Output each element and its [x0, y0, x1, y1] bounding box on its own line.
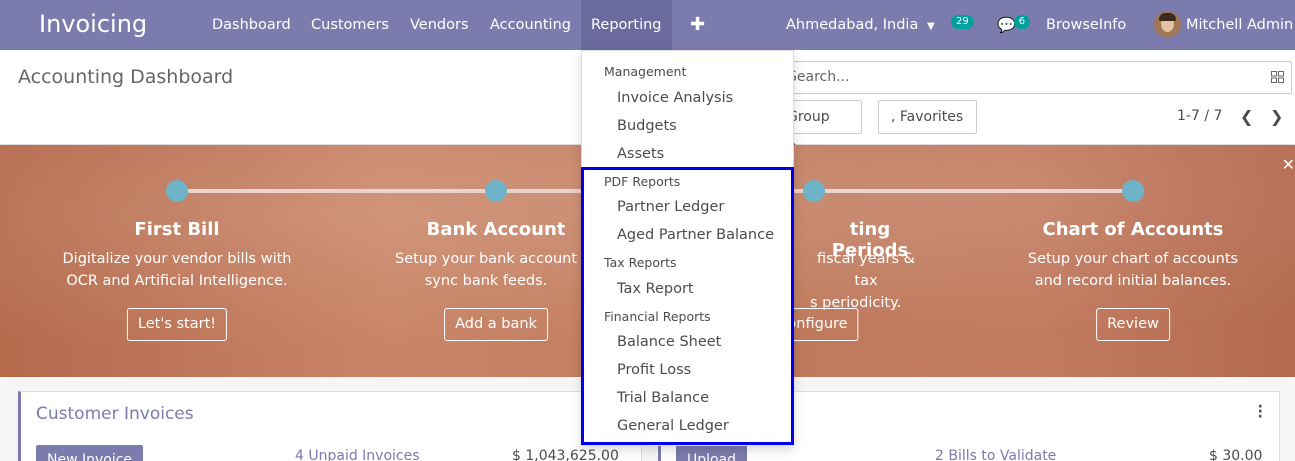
section-header-pdf-reports: PDF Reports: [604, 174, 681, 189]
step-dot: [166, 180, 188, 202]
user-avatar[interactable]: [1154, 11, 1181, 38]
review-button[interactable]: Review: [1096, 308, 1170, 341]
step-description-line: Setup your chart of accounts: [1027, 251, 1239, 267]
add-bank-button[interactable]: Add a bank: [444, 308, 548, 341]
card-title[interactable]: Customer Invoices: [36, 404, 194, 424]
step-description-line: Digitalize your vendor bills with: [62, 251, 292, 267]
section-header-tax-reports: Tax Reports: [604, 255, 677, 270]
menu-item-invoice-analysis[interactable]: Invoice Analysis: [617, 90, 733, 106]
step-description-line: OCR and Artificial Intelligence.: [66, 273, 288, 289]
chat-icon: 💬: [997, 16, 1016, 34]
kebab-menu-icon[interactable]: · · ·: [1258, 400, 1263, 424]
pager-next-icon[interactable]: ❯: [1270, 107, 1283, 126]
step-description: Digitalize your vendor bills with OCR an…: [57, 248, 297, 292]
step-description: fiscal years & tax s periodicity.: [806, 248, 926, 314]
app-brand[interactable]: Invoicing: [39, 10, 147, 38]
close-icon[interactable]: ✕: [1282, 155, 1295, 174]
menu-dashboard[interactable]: Dashboard: [202, 0, 301, 50]
menu-item-general-ledger[interactable]: General Ledger: [617, 418, 729, 434]
menu-reporting[interactable]: Reporting: [581, 0, 672, 50]
step-title: First Bill: [134, 219, 220, 240]
bills-to-validate-link[interactable]: 2 Bills to Validate: [935, 448, 1056, 461]
customer-invoices-card: Customer Invoices New Invoice 4 Unpaid I…: [18, 391, 642, 461]
company-name: Ahmedabad, India: [786, 17, 919, 33]
menu-item-trial-balance[interactable]: Trial Balance: [617, 390, 709, 406]
step-description-line: and record initial balances.: [1034, 273, 1232, 289]
step-title: Chart of Accounts: [1042, 219, 1224, 240]
bills-amount: $ 30.00: [1209, 448, 1263, 461]
lets-start-button[interactable]: Let's start!: [126, 308, 228, 341]
upload-button[interactable]: Upload: [676, 445, 748, 461]
caret-down-icon: ▼: [926, 21, 935, 32]
menu-item-partner-ledger[interactable]: Partner Ledger: [617, 199, 724, 215]
messages-count-badge: 6: [1013, 15, 1031, 29]
top-navbar: Invoicing Dashboard Customers Vendors Ac…: [0, 0, 1295, 50]
browseinfo-link[interactable]: BrowseInfo: [1046, 0, 1126, 50]
activity-menu[interactable]: 29: [951, 0, 974, 50]
search-box[interactable]: [765, 61, 1292, 94]
menu-item-tax-report[interactable]: Tax Report: [617, 281, 694, 297]
user-name[interactable]: Mitchell Admin: [1186, 0, 1293, 50]
step-dot: [485, 180, 507, 202]
favorites-button[interactable]: , Favorites: [878, 100, 977, 134]
configure-button[interactable]: onfigure: [785, 308, 859, 341]
step-dot: [1122, 180, 1144, 202]
menu-item-budgets[interactable]: Budgets: [617, 118, 677, 134]
menu-vendors[interactable]: Vendors: [400, 0, 479, 50]
reporting-dropdown: Management Invoice Analysis Budgets Asse…: [581, 50, 794, 446]
messages-menu[interactable]: 💬 6: [997, 0, 1031, 50]
page-title: Accounting Dashboard: [18, 66, 234, 88]
menu-item-aged-partner-balance[interactable]: Aged Partner Balance: [617, 227, 774, 243]
pager-value[interactable]: 1-7 / 7: [1177, 108, 1222, 124]
menu-item-assets[interactable]: Assets: [617, 146, 664, 162]
step-description: Setup your chart of accounts and record …: [1013, 248, 1253, 292]
menu-accounting[interactable]: Accounting: [480, 0, 581, 50]
company-switcher[interactable]: Ahmedabad, India ▼: [786, 0, 935, 50]
unpaid-invoices-link[interactable]: 4 Unpaid Invoices: [295, 448, 420, 461]
activity-count-badge: 29: [951, 15, 974, 29]
search-options-icon[interactable]: [1271, 71, 1284, 83]
menu-customers[interactable]: Customers: [301, 0, 399, 50]
unpaid-amount: $ 1,043,625.00: [512, 448, 619, 461]
menu-item-profit-loss[interactable]: Profit Loss: [617, 362, 691, 378]
favorites-label: Favorites: [899, 109, 964, 125]
step-description: Setup your bank account sync bank feeds.: [366, 248, 606, 292]
step-dot: [803, 180, 825, 202]
pager-previous-icon[interactable]: ❮: [1240, 107, 1253, 126]
step-description-line: fiscal years & tax: [816, 251, 915, 289]
menu-item-balance-sheet[interactable]: Balance Sheet: [617, 334, 721, 350]
step-description-line: sync bank feeds.: [424, 273, 548, 289]
section-header-financial-reports: Financial Reports: [604, 309, 711, 324]
search-input[interactable]: [788, 62, 1268, 92]
step-description-line: Setup your bank account: [394, 251, 578, 267]
new-invoice-button[interactable]: New Invoice: [36, 445, 144, 461]
section-header-management: Management: [604, 64, 687, 79]
plus-icon[interactable]: ✚: [690, 0, 705, 50]
